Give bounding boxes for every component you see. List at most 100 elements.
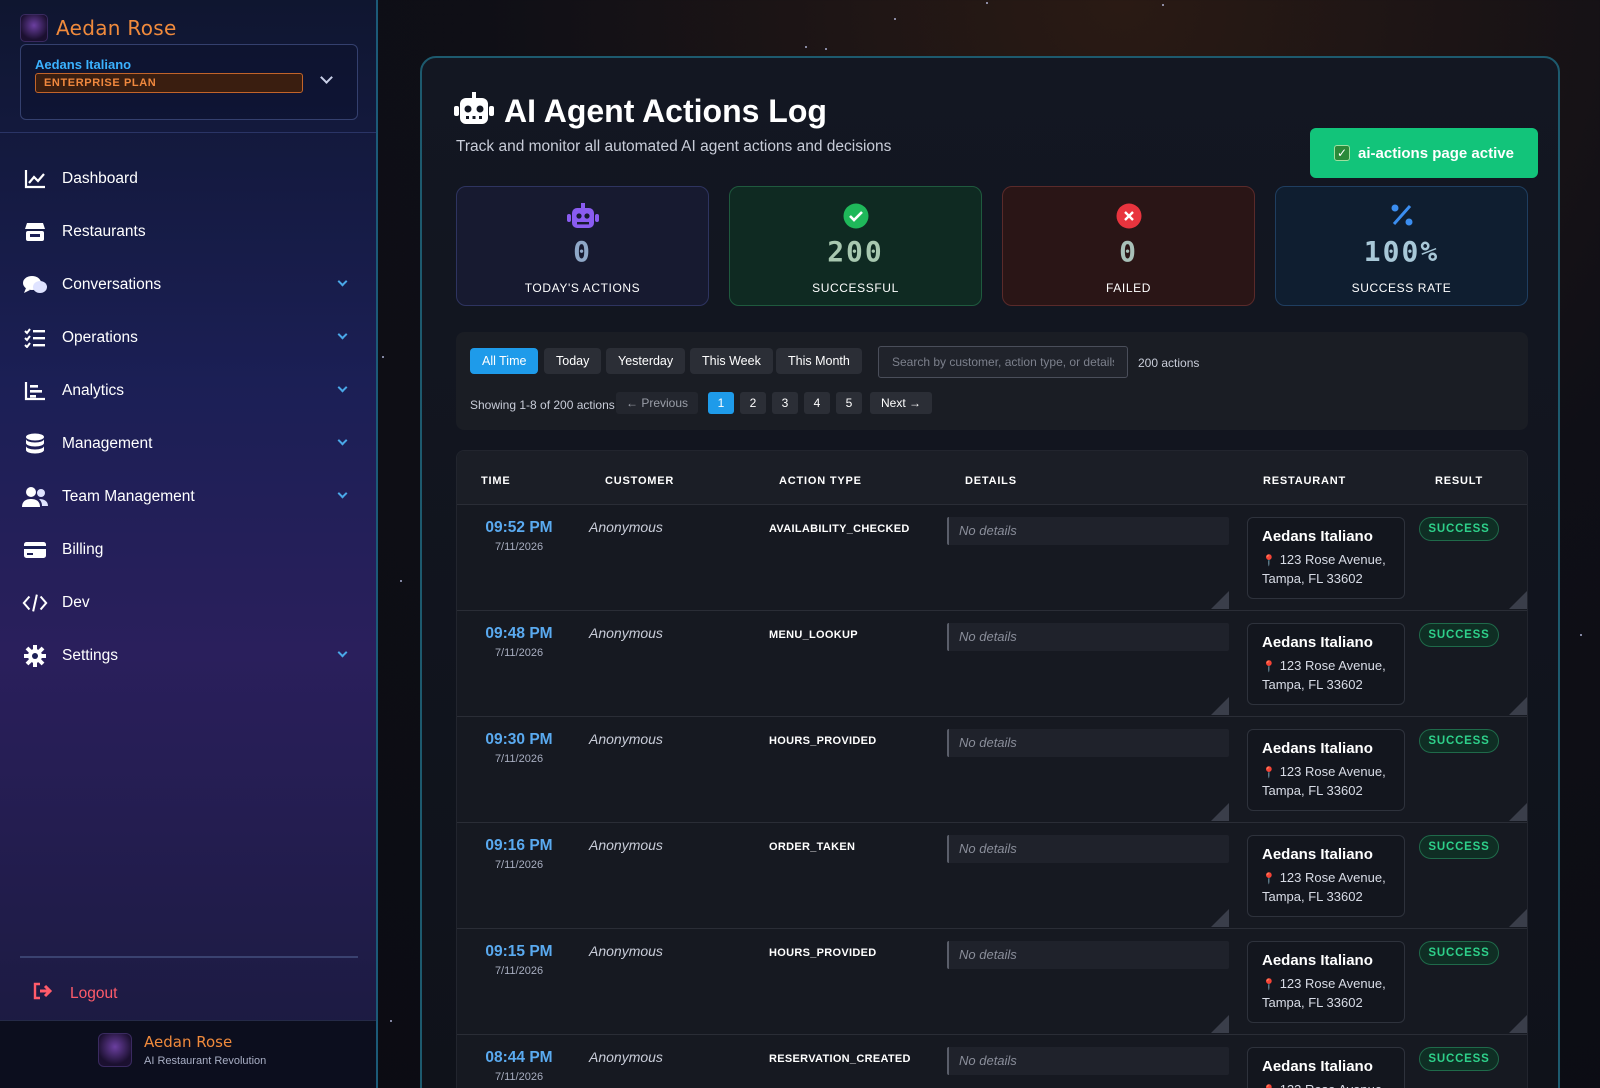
column-header-result[interactable]: RESULT — [1435, 475, 1483, 487]
page-button-2[interactable]: 2 — [740, 392, 766, 414]
column-header-customer[interactable]: CUSTOMER — [605, 475, 674, 487]
restaurant-card[interactable]: Aedans Italiano 📍123 Rose Avenue, Tampa,… — [1247, 729, 1405, 811]
chevron-down-icon[interactable] — [337, 435, 348, 446]
column-header-time[interactable]: TIME — [481, 475, 510, 487]
sidebar-item-dashboard[interactable]: Dashboard — [0, 152, 376, 205]
robot-icon — [566, 203, 599, 234]
restaurant-name: Aedans Italiano — [1262, 528, 1373, 545]
sidebar: Aedan Rose Aedans Italiano ENTERPRISE PL… — [0, 0, 378, 1088]
sidebar-item-analytics[interactable]: Analytics — [0, 364, 376, 417]
action-date: 7/11/2026 — [494, 753, 544, 765]
star — [986, 2, 988, 4]
restaurant-card[interactable]: Aedans Italiano 📍123 Rose Avenue, Tampa,… — [1247, 1047, 1405, 1088]
chevron-down-icon[interactable] — [337, 329, 348, 340]
map-pin-icon: 📍 — [1262, 873, 1276, 885]
restaurant-card[interactable]: Aedans Italiano 📍123 Rose Avenue, Tampa,… — [1247, 835, 1405, 917]
logout-button[interactable]: Logout — [32, 982, 117, 1005]
filter-this-month[interactable]: This Month — [776, 348, 862, 374]
filter-all-time[interactable]: All Time — [470, 348, 539, 374]
database-icon — [22, 431, 48, 457]
action-details: No details — [947, 517, 1229, 545]
table-row[interactable]: 09:15 PM 7/11/2026 Anonymous HOURS_PROVI… — [457, 929, 1527, 1035]
column-header-restaurant[interactable]: RESTAURANT — [1263, 475, 1346, 487]
table-row[interactable]: 09:30 PM 7/11/2026 Anonymous HOURS_PROVI… — [457, 717, 1527, 823]
sidebar-item-restaurants[interactable]: Restaurants — [0, 205, 376, 258]
check-icon: ✓ — [1334, 145, 1351, 161]
action-details: No details — [947, 729, 1229, 757]
result-badge: SUCCESS — [1419, 835, 1499, 859]
chevron-down-icon[interactable] — [337, 488, 348, 499]
table-row[interactable]: 09:48 PM 7/11/2026 Anonymous MENU_LOOKUP… — [457, 611, 1527, 717]
restaurant-card[interactable]: Aedans Italiano 📍123 Rose Avenue, Tampa,… — [1247, 517, 1405, 599]
chevron-down-icon[interactable] — [337, 276, 348, 287]
map-pin-icon: 📍 — [1262, 767, 1276, 779]
sidebar-item-billing[interactable]: Billing — [0, 523, 376, 576]
previous-page-button[interactable]: ← Previous — [616, 392, 698, 414]
credit-card-icon — [22, 537, 48, 563]
table-body: 09:52 PM 7/11/2026 Anonymous AVAILABILIT… — [457, 505, 1527, 1088]
restaurant-card[interactable]: Aedans Italiano 📍123 Rose Avenue, Tampa,… — [1247, 941, 1405, 1023]
robot-icon — [454, 92, 494, 131]
restaurant-name: Aedans Italiano — [1262, 952, 1373, 969]
stat-card-todays-actions: 0 TODAY'S ACTIONS — [456, 186, 709, 306]
brand-logo — [98, 1033, 132, 1067]
stat-value: 0 — [573, 235, 592, 268]
sidebar-item-conversations[interactable]: Conversations — [0, 258, 376, 311]
resize-handle-icon — [1509, 909, 1527, 927]
column-header-action-type[interactable]: ACTION TYPE — [779, 475, 862, 487]
sidebar-item-label: Dashboard — [62, 169, 138, 187]
action-time: 09:15 PM — [485, 943, 553, 960]
stat-label: SUCCESS RATE — [1351, 281, 1452, 295]
action-date: 7/11/2026 — [494, 647, 544, 659]
sign-out-icon — [32, 982, 54, 1005]
org-name: Aedans Italiano — [35, 57, 132, 72]
brand[interactable]: Aedan Rose — [20, 14, 177, 42]
table-row[interactable]: 08:44 PM 7/11/2026 Anonymous RESERVATION… — [457, 1035, 1527, 1088]
restaurant-name: Aedans Italiano — [1262, 846, 1373, 863]
chart-line-icon — [22, 166, 48, 192]
sidebar-item-dev[interactable]: Dev — [0, 576, 376, 629]
page-active-label: ai-actions page active — [1358, 144, 1514, 162]
restaurant-card[interactable]: Aedans Italiano 📍123 Rose Avenue, Tampa,… — [1247, 623, 1405, 705]
restaurant-address-text: 123 Rose Avenue, Tampa, FL 33602 — [1262, 1082, 1386, 1088]
star — [825, 48, 827, 50]
sidebar-item-label: Dev — [62, 593, 90, 611]
sidebar-item-management[interactable]: Management — [0, 417, 376, 470]
page-button-1[interactable]: 1 — [708, 392, 734, 414]
resize-handle-icon — [1211, 803, 1229, 821]
map-pin-icon: 📍 — [1262, 555, 1276, 567]
chevron-down-icon[interactable] — [320, 71, 333, 84]
restaurant-address-text: 123 Rose Avenue, Tampa, FL 33602 — [1262, 552, 1386, 586]
result-badge: SUCCESS — [1419, 941, 1499, 965]
resize-handle-icon — [1211, 697, 1229, 715]
page-button-3[interactable]: 3 — [772, 392, 798, 414]
resize-handle-icon — [1509, 1015, 1527, 1033]
sidebar-item-label: Team Management — [62, 487, 195, 505]
search-input[interactable] — [878, 346, 1128, 378]
filter-yesterday[interactable]: Yesterday — [606, 348, 686, 374]
resize-handle-icon — [1211, 909, 1229, 927]
sidebar-item-team-management[interactable]: Team Management — [0, 470, 376, 523]
column-header-details[interactable]: DETAILS — [965, 475, 1017, 487]
page-button-5[interactable]: 5 — [836, 392, 862, 414]
action-type: HOURS_PROVIDED — [769, 735, 877, 747]
table-row[interactable]: 09:52 PM 7/11/2026 Anonymous AVAILABILIT… — [457, 505, 1527, 611]
chevron-down-icon[interactable] — [337, 647, 348, 658]
sidebar-item-settings[interactable]: Settings — [0, 629, 376, 682]
next-page-button[interactable]: Next → — [870, 392, 932, 414]
sidebar-item-operations[interactable]: Operations — [0, 311, 376, 364]
filter-this-week[interactable]: This Week — [690, 348, 773, 374]
organization-selector[interactable]: Aedans Italiano ENTERPRISE PLAN — [20, 44, 358, 120]
page-button-4[interactable]: 4 — [804, 392, 830, 414]
filter-today[interactable]: Today — [544, 348, 602, 374]
tasks-icon — [22, 325, 48, 351]
action-time: 09:48 PM — [485, 625, 553, 642]
resize-handle-icon — [1509, 591, 1527, 609]
check-circle-icon — [843, 203, 869, 234]
sidebar-item-label: Conversations — [62, 275, 162, 293]
actions-table: TIME CUSTOMER ACTION TYPE DETAILS RESTAU… — [456, 450, 1528, 1088]
table-row[interactable]: 09:16 PM 7/11/2026 Anonymous ORDER_TAKEN… — [457, 823, 1527, 929]
star — [390, 1020, 392, 1022]
footer-tagline: AI Restaurant Revolution — [144, 1055, 267, 1067]
chevron-down-icon[interactable] — [337, 382, 348, 393]
